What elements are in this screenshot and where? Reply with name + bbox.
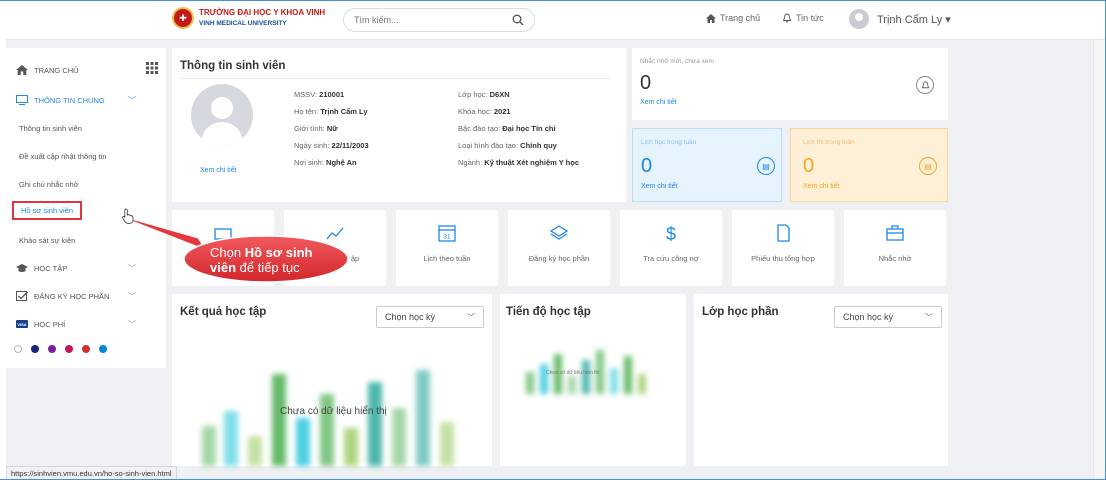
window-frame	[0, 0, 1106, 480]
